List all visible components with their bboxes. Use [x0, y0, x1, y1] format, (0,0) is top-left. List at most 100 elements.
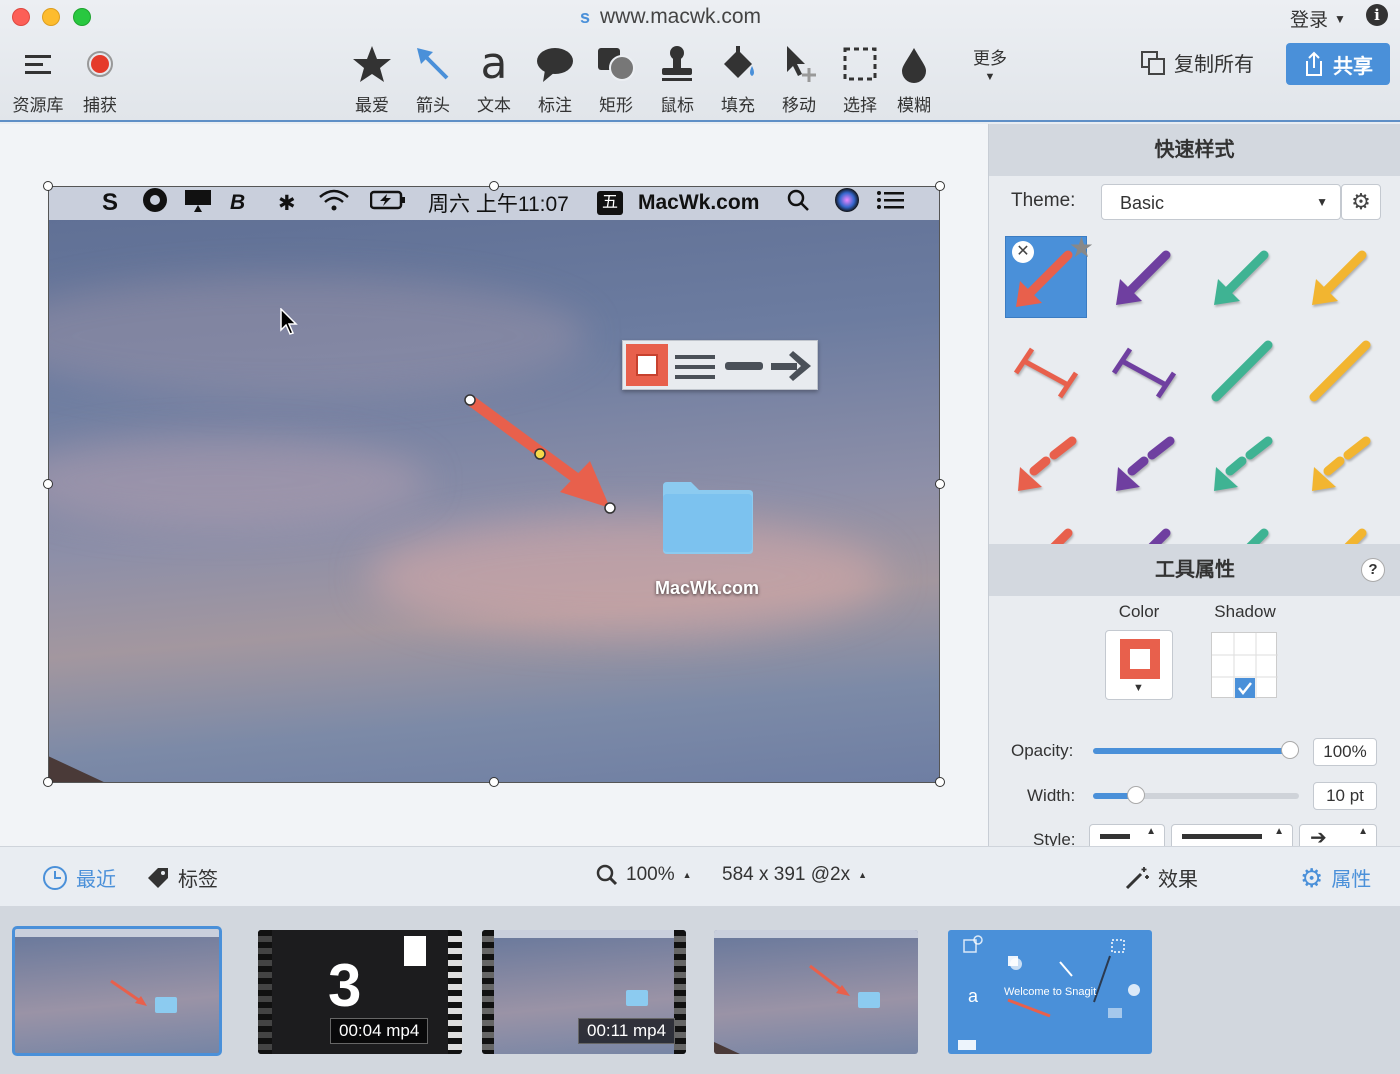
tool-callout[interactable]: 标注: [523, 40, 587, 116]
line-cap-select[interactable]: ▲: [1089, 824, 1165, 846]
capture-thumbnail[interactable]: [12, 926, 222, 1056]
tool-label: 移动: [782, 96, 816, 115]
arrow-annotation[interactable]: [48, 186, 940, 783]
resize-handle[interactable]: [43, 181, 53, 191]
theme-select[interactable]: Basic ▼: [1101, 184, 1341, 220]
minimize-window-button[interactable]: [42, 8, 60, 26]
more-label: 更多: [973, 49, 1007, 68]
tool-text[interactable]: a 文本: [462, 40, 526, 116]
tool-shape[interactable]: 矩形: [584, 40, 648, 116]
style-label: Style:: [1033, 830, 1076, 846]
info-icon[interactable]: i: [1366, 4, 1388, 26]
tool-move[interactable]: 移动: [767, 40, 831, 116]
resize-handle[interactable]: [489, 181, 499, 191]
style-swatch[interactable]: [1201, 424, 1283, 506]
style-swatch[interactable]: [1201, 330, 1283, 412]
style-swatch[interactable]: [1103, 236, 1185, 318]
opacity-label: Opacity:: [1011, 741, 1074, 760]
tags-tab[interactable]: 标签: [146, 863, 218, 892]
delete-style-icon[interactable]: ✕: [1012, 241, 1034, 263]
film-strip: [448, 930, 462, 1054]
opacity-input[interactable]: 100%: [1313, 738, 1377, 766]
style-swatch[interactable]: [1299, 424, 1381, 506]
tool-fill[interactable]: 填充: [706, 40, 770, 116]
captured-image[interactable]: S B ✱ 周六 上午11:07 五 MacWk.com MacWk.com: [48, 186, 940, 783]
style-swatch[interactable]: [1299, 236, 1381, 318]
style-swatch[interactable]: [1103, 424, 1185, 506]
login-label: 登录: [1290, 10, 1329, 31]
library-label: 资源库: [12, 96, 64, 115]
callout-icon: [523, 40, 587, 88]
resize-handle[interactable]: [43, 777, 53, 787]
effects-button[interactable]: 效果: [1124, 863, 1198, 892]
style-swatch[interactable]: ✕ ★: [1005, 232, 1094, 318]
dimensions-control[interactable]: 584 x 391 @2x ▲: [722, 864, 867, 886]
welcome-thumbnail[interactable]: a Welcome to Snagit: [948, 930, 1152, 1054]
style-swatch[interactable]: [1299, 330, 1381, 412]
zoom-control[interactable]: 100% ▲: [596, 864, 692, 886]
capture-button[interactable]: 捕获: [68, 40, 132, 116]
resize-handle[interactable]: [935, 777, 945, 787]
style-swatch[interactable]: [1201, 514, 1283, 544]
film-strip: [482, 930, 494, 1054]
line-style-select[interactable]: ▲: [1171, 824, 1293, 846]
tool-blur[interactable]: 模糊: [882, 40, 946, 116]
capture-thumbnail[interactable]: [714, 930, 918, 1054]
style-swatch[interactable]: [1005, 514, 1087, 544]
recent-tab[interactable]: 最近: [42, 863, 116, 892]
quick-styles-header: 快速样式: [989, 124, 1400, 176]
video-duration-label: 00:04 mp4: [330, 1018, 429, 1044]
clock-icon: [43, 865, 67, 890]
style-swatch[interactable]: [1005, 424, 1087, 506]
opacity-slider[interactable]: [1093, 741, 1299, 759]
text-tool-glyph: a: [968, 986, 979, 1006]
library-button[interactable]: 资源库: [6, 40, 70, 116]
login-menu[interactable]: 登录 ▼: [1290, 5, 1346, 32]
url-title: www.macwk.com: [600, 5, 762, 28]
style-swatch[interactable]: [1005, 330, 1087, 412]
tool-label: 填充: [721, 96, 755, 115]
video-thumbnail[interactable]: 3 00:04 mp4: [258, 930, 462, 1054]
recent-label: 最近: [76, 869, 116, 891]
style-swatch[interactable]: [1103, 330, 1185, 412]
close-window-button[interactable]: [12, 8, 30, 26]
style-swatch[interactable]: [1103, 514, 1185, 544]
width-input[interactable]: 10 pt: [1313, 782, 1377, 810]
zoom-window-button[interactable]: [73, 8, 91, 26]
width-slider-thumb[interactable]: [1127, 786, 1145, 804]
properties-label: 属性: [1331, 869, 1372, 891]
resize-handle[interactable]: [489, 777, 499, 787]
welcome-title: Welcome to Snagit: [1004, 986, 1097, 998]
resize-handle[interactable]: [935, 181, 945, 191]
tool-label: 文本: [477, 96, 511, 115]
resize-handle[interactable]: [43, 479, 53, 489]
help-icon[interactable]: ?: [1361, 558, 1385, 582]
style-swatch[interactable]: [1299, 514, 1381, 544]
shadow-direction-grid[interactable]: [1211, 632, 1278, 699]
tool-stamp[interactable]: 鼠标: [645, 40, 709, 116]
tool-label: 箭头: [416, 96, 450, 115]
theme-label: Theme:: [1011, 190, 1075, 212]
chevron-up-icon: ▲: [682, 870, 692, 880]
width-slider[interactable]: [1093, 786, 1299, 804]
copy-all-button[interactable]: 复制所有: [1140, 48, 1254, 77]
style-swatch[interactable]: [1201, 236, 1283, 318]
search-icon: [596, 864, 618, 886]
folder-icon: [626, 990, 648, 1006]
favorite-star-icon[interactable]: ★: [1069, 232, 1094, 264]
theme-settings-button[interactable]: ⚙: [1341, 184, 1381, 220]
share-label: 共享: [1333, 55, 1373, 78]
video-thumbnail[interactable]: 00:11 mp4: [482, 930, 686, 1054]
more-tools-button[interactable]: 更多 ▼: [966, 44, 1014, 83]
share-button[interactable]: 共享: [1286, 43, 1390, 85]
resize-handle[interactable]: [935, 479, 945, 489]
blur-icon: [882, 40, 946, 88]
color-picker-button[interactable]: ▼: [1105, 630, 1173, 700]
properties-button[interactable]: ⚙ 属性: [1300, 863, 1371, 892]
chevron-up-icon: ▲: [858, 870, 868, 880]
tool-arrow[interactable]: 箭头: [401, 40, 465, 116]
arrow-end-select[interactable]: ➔ ▲: [1299, 824, 1377, 849]
tags-label: 标签: [178, 869, 218, 891]
opacity-slider-thumb[interactable]: [1281, 741, 1299, 759]
tool-favorites[interactable]: 最爱: [340, 40, 404, 116]
